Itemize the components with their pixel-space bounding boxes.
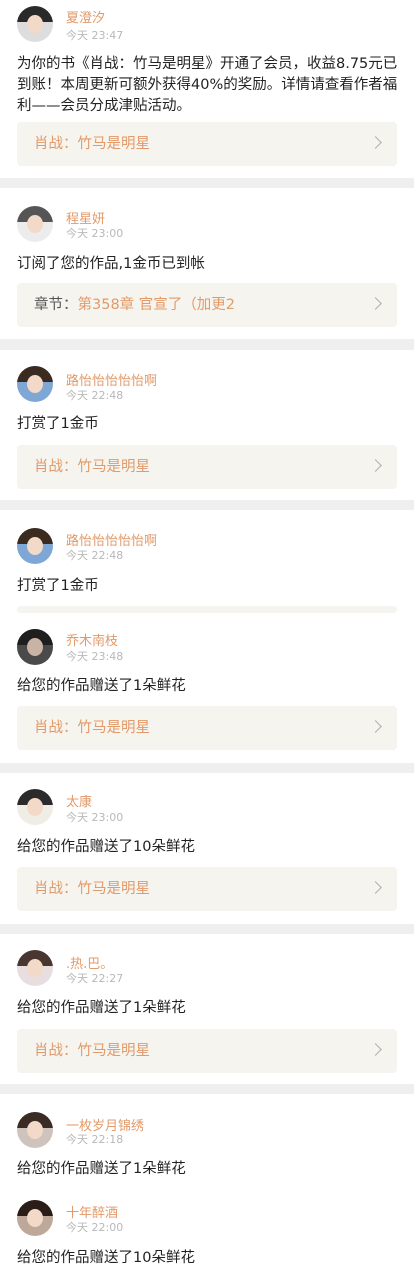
- timestamp: 今天 22:00: [66, 1221, 124, 1234]
- notification-card: 程星妍 今天 23:00 订阅了您的作品,1金币已到帐 章节：第358章 官宣了…: [0, 188, 414, 339]
- chevron-right-icon: [369, 459, 382, 472]
- user-name[interactable]: 太康: [66, 791, 92, 810]
- book-title: 肖战：竹马是明星: [34, 1043, 150, 1059]
- notification-message: 打赏了1金币: [17, 578, 99, 594]
- user-name[interactable]: 乔木南枝: [66, 630, 118, 649]
- notification-card: 一枚岁月锦绣 今天 22:18 给您的作品赠送了1朵鲜花 十年醉酒 今天 22:…: [0, 1094, 414, 1280]
- timestamp: 今天 22:48: [66, 389, 124, 402]
- notification-message: 给您的作品赠送了1朵鲜花: [17, 1161, 186, 1177]
- book-link[interactable]: 肖战：竹马是明星: [17, 867, 397, 911]
- timestamp: 今天 23:47: [66, 29, 124, 42]
- notification-message: 给您的作品赠送了1朵鲜花: [17, 678, 186, 694]
- chevron-right-icon: [369, 720, 382, 733]
- user-avatar[interactable]: [17, 6, 53, 42]
- book-link[interactable]: 肖战：竹马是明星: [17, 122, 397, 166]
- timestamp: 今天 23:00: [66, 227, 124, 240]
- chapter-prefix: 章节：: [34, 297, 78, 313]
- book-link[interactable]: 肖战：竹马是明星: [17, 706, 397, 750]
- book-title: 肖战：竹马是明星: [34, 720, 150, 736]
- chapter-link[interactable]: 章节：第358章 官宣了（加更2: [17, 283, 397, 327]
- timestamp: 今天 22:48: [66, 549, 124, 562]
- user-avatar[interactable]: [17, 366, 53, 402]
- notification-message: 给您的作品赠送了10朵鲜花: [17, 1250, 195, 1266]
- book-title: 肖战：竹马是明星: [34, 459, 150, 475]
- chevron-right-icon: [369, 881, 382, 894]
- timestamp: 今天 23:00: [66, 811, 124, 824]
- book-title: 肖战：竹马是明星: [34, 881, 150, 897]
- user-avatar[interactable]: [17, 1200, 53, 1236]
- timestamp: 今天 22:18: [66, 1133, 124, 1146]
- notification-message: 打赏了1金币: [17, 416, 99, 432]
- notification-message: 为你的书《肖战：竹马是明星》开通了会员，收益8.75元已到账！本周更新可额外获得…: [17, 56, 398, 114]
- notification-card: 太康 今天 23:00 给您的作品赠送了10朵鲜花 肖战：竹马是明星: [0, 773, 414, 924]
- notification-message: 给您的作品赠送了10朵鲜花: [17, 839, 195, 855]
- user-avatar[interactable]: [17, 789, 53, 825]
- user-avatar[interactable]: [17, 206, 53, 242]
- notification-card: 路怡怡怡怡怡啊 今天 22:48 打赏了1金币: [0, 510, 414, 613]
- notification-card: .热.巴。 今天 22:27 给您的作品赠送了1朵鲜花 肖战：竹马是明星: [0, 934, 414, 1084]
- notification-message: 订阅了您的作品,1金币已到帐: [17, 256, 205, 272]
- user-avatar[interactable]: [17, 629, 53, 665]
- notification-card: 夏澄汐 今天 23:47 为你的书《肖战：竹马是明星》开通了会员，收益8.75元…: [0, 0, 414, 178]
- book-link[interactable]: 肖战：竹马是明星: [17, 445, 397, 489]
- book-link[interactable]: [17, 606, 397, 613]
- user-avatar[interactable]: [17, 528, 53, 564]
- user-avatar[interactable]: [17, 950, 53, 986]
- user-avatar[interactable]: [17, 1112, 53, 1148]
- book-link[interactable]: 肖战：竹马是明星: [17, 1029, 397, 1073]
- chevron-right-icon: [369, 136, 382, 149]
- timestamp: 今天 22:27: [66, 972, 124, 985]
- notification-card: 路怡怡怡怡怡啊 今天 22:48 打赏了1金币 肖战：竹马是明星: [0, 350, 414, 500]
- notification-message: 给您的作品赠送了1朵鲜花: [17, 1000, 186, 1016]
- notification-card: 乔木南枝 今天 23:48 给您的作品赠送了1朵鲜花 肖战：竹马是明星: [0, 613, 414, 763]
- chevron-right-icon: [369, 1043, 382, 1056]
- timestamp: 今天 23:48: [66, 650, 124, 663]
- chevron-right-icon: [369, 297, 382, 310]
- chapter-title: 第358章 官宣了（加更2: [77, 297, 236, 313]
- user-name[interactable]: 夏澄汐: [66, 7, 105, 26]
- book-title: 肖战：竹马是明星: [34, 136, 150, 152]
